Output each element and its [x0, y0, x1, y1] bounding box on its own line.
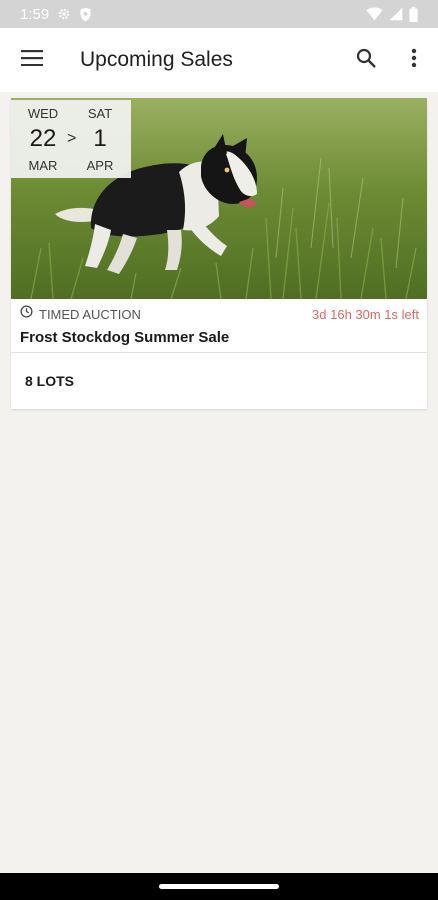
sale-countdown: 3d 16h 30m 1s left [312, 306, 419, 322]
start-day-of-week: WED [27, 106, 59, 121]
more-vert-icon [411, 48, 417, 73]
sale-image: WED 22 MAR > SAT 1 APR [11, 98, 427, 299]
sale-type-label: TIMED AUCTION [39, 306, 141, 322]
end-month: APR [86, 158, 114, 173]
menu-icon [21, 49, 43, 71]
search-icon [356, 48, 376, 73]
start-day: 22 [29, 125, 57, 152]
sale-date-range: WED 22 MAR > SAT 1 APR [11, 100, 131, 178]
end-day-of-week: SAT [87, 106, 113, 121]
start-month: MAR [28, 158, 58, 173]
lots-count-button[interactable]: 8 LOTS [11, 353, 427, 409]
clock-icon [20, 305, 33, 323]
system-nav-bar [0, 873, 438, 900]
more-options-button[interactable] [390, 28, 438, 92]
home-gesture-handle[interactable] [159, 884, 279, 889]
battery-icon [409, 6, 418, 22]
end-day: 1 [93, 125, 107, 152]
search-button[interactable] [342, 28, 390, 92]
wifi-icon [366, 7, 383, 21]
settings-icon [57, 7, 71, 21]
status-bar: 1:59 [0, 0, 438, 28]
menu-button[interactable] [0, 28, 64, 92]
sale-title: Frost Stockdog Summer Sale [20, 329, 230, 346]
page-title: Upcoming Sales [80, 48, 233, 71]
sale-meta: TIMED AUCTION 3d 16h 30m 1s left [20, 305, 419, 323]
shield-icon [79, 7, 92, 22]
sale-card[interactable]: WED 22 MAR > SAT 1 APR TIMED AUCTION 3d … [11, 98, 427, 409]
status-time: 1:59 [20, 5, 50, 23]
cell-signal-icon [389, 7, 403, 21]
app-bar: Upcoming Sales [0, 28, 438, 92]
